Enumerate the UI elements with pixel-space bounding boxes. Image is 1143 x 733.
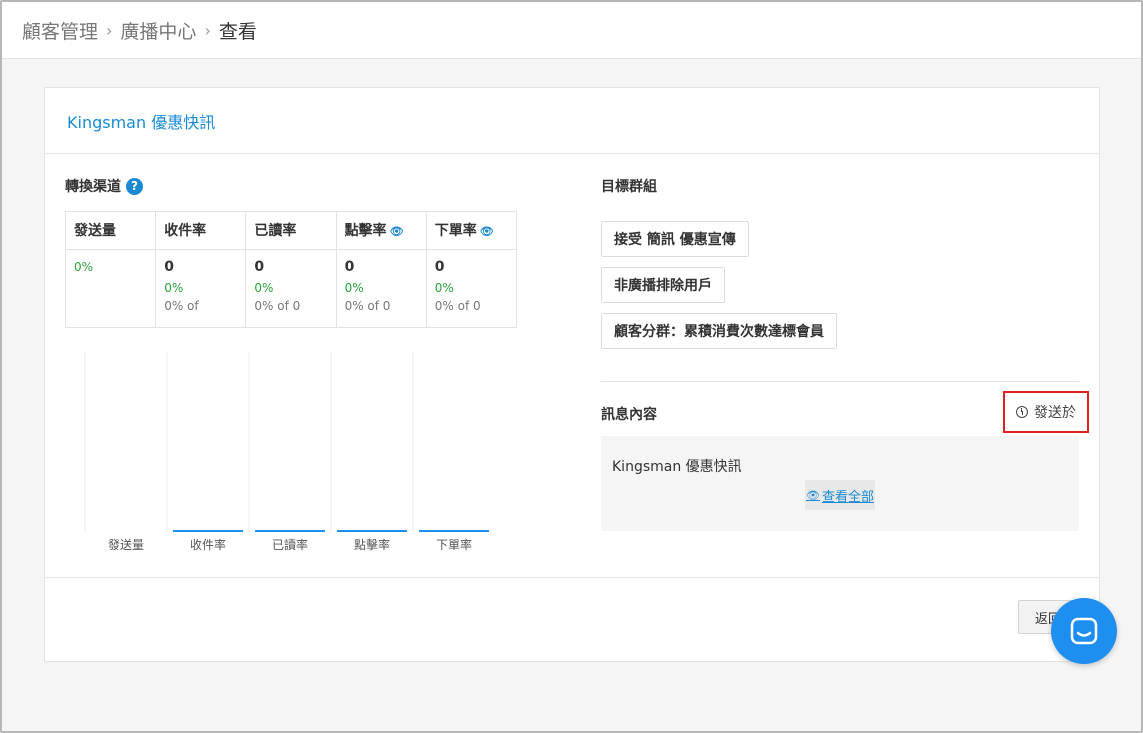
conversion-label-text: 轉換渠道 bbox=[65, 179, 121, 195]
conversion-section: 轉換渠道 ? bbox=[65, 176, 525, 196]
stat-pct: 0% bbox=[164, 281, 184, 295]
col-header-order: 下單率 👁 bbox=[425, 211, 518, 250]
stat-pct: 0% bbox=[74, 260, 94, 274]
clock-icon bbox=[1016, 406, 1028, 418]
stat-pct: 0% bbox=[434, 281, 454, 295]
sent-at-text: 發送於 bbox=[1034, 405, 1076, 421]
chevron-right-icon: › bbox=[106, 20, 113, 40]
section-divider bbox=[601, 381, 1079, 382]
stat-cell-read: 0 0% 0% of 0 bbox=[245, 249, 337, 328]
stat-pct: 0% bbox=[344, 281, 364, 295]
chart-category-label: 發送量 bbox=[108, 537, 144, 552]
chart-category-label: 已讀率 bbox=[272, 537, 308, 552]
message-preview: Kingsman 優惠快訊 👁 查看全部 bbox=[601, 436, 1079, 531]
chevron-right-icon: › bbox=[204, 20, 211, 40]
view-all-text: 查看全部 bbox=[821, 489, 874, 505]
chart-category-label: 下單率 bbox=[436, 537, 472, 552]
eye-icon: 👁 bbox=[806, 488, 820, 502]
stat-count: 0 bbox=[164, 259, 174, 275]
target-tag: 非廣播排除用戶 bbox=[601, 267, 725, 303]
eye-icon[interactable]: 👁 bbox=[480, 225, 494, 238]
app-window: 顧客管理 › 廣播中心 › 查看 Kingsman 優惠快訊 轉換渠道 ? 發送… bbox=[0, 0, 1143, 733]
conversion-label: 轉換渠道 ? bbox=[65, 176, 525, 196]
chart-category-label: 點擊率 bbox=[354, 537, 390, 552]
card-header: Kingsman 優惠快訊 bbox=[45, 88, 1099, 154]
chat-launcher-button[interactable] bbox=[1051, 598, 1117, 664]
footer-divider bbox=[45, 577, 1099, 578]
eye-icon[interactable]: 👁 bbox=[390, 225, 404, 238]
breadcrumb-broadcast[interactable]: 廣播中心 bbox=[120, 17, 196, 44]
breadcrumb-customers[interactable]: 顧客管理 bbox=[22, 17, 98, 44]
chart-bar bbox=[255, 530, 325, 532]
stat-pct: 0% bbox=[254, 281, 274, 295]
col-header-label: 下單率 bbox=[434, 223, 477, 239]
stat-cell-sent: 0% bbox=[64, 249, 157, 328]
view-all-link[interactable]: 👁 查看全部 bbox=[805, 480, 875, 510]
funnel-chart: 發送量 收件率 已讀率 點擊率 下單率 bbox=[84, 352, 489, 552]
stat-of: 0% of 0 bbox=[434, 299, 481, 313]
stat-of: 0% of bbox=[164, 299, 199, 313]
sent-at-label: 發送於 bbox=[1003, 391, 1089, 433]
chart-bar bbox=[419, 530, 489, 532]
chart-bar bbox=[173, 530, 243, 532]
col-header-sent: 發送量 bbox=[64, 211, 157, 250]
chart-category-label: 收件率 bbox=[190, 537, 226, 552]
stat-count: 0 bbox=[254, 259, 265, 275]
stat-count: 0 bbox=[344, 259, 355, 275]
col-header-received: 收件率 bbox=[155, 211, 247, 250]
stat-cell-received: 0 0% 0% of bbox=[155, 249, 247, 328]
message-header: 訊息內容 發送於 bbox=[601, 391, 1089, 433]
col-header-label: 點擊率 bbox=[344, 223, 387, 239]
chart-bar bbox=[337, 530, 407, 532]
target-tag-list: 接受 簡訊 優惠宣傳 非廣播排除用戶 顧客分群：累積消費次數達標會員 bbox=[601, 221, 837, 359]
stat-of: 0% of 0 bbox=[254, 299, 301, 313]
stat-of: 0% of 0 bbox=[344, 299, 391, 313]
col-header-label: 已讀率 bbox=[254, 223, 297, 239]
broadcast-card: Kingsman 優惠快訊 轉換渠道 ? 發送量 收件率 已讀率 點擊率 👁 下單… bbox=[44, 87, 1100, 662]
col-header-label: 發送量 bbox=[74, 223, 116, 239]
help-icon[interactable]: ? bbox=[126, 177, 143, 195]
stat-cell-order: 0 0% 0% of 0 bbox=[425, 249, 518, 328]
message-text: Kingsman 優惠快訊 bbox=[612, 459, 742, 475]
col-header-read: 已讀率 bbox=[245, 211, 337, 250]
breadcrumb: 顧客管理 › 廣播中心 › 查看 bbox=[2, 2, 1141, 59]
breadcrumb-view: 查看 bbox=[218, 20, 257, 43]
conversion-table: 發送量 收件率 已讀率 點擊率 👁 下單率 👁 0% 0 0% 0% of 0 0% bbox=[64, 211, 518, 328]
target-group-label: 目標群組 bbox=[601, 179, 657, 195]
col-header-click: 點擊率 👁 bbox=[335, 211, 427, 250]
target-tag: 接受 簡訊 優惠宣傳 bbox=[601, 221, 749, 257]
stat-cell-click: 0 0% 0% of 0 bbox=[335, 249, 427, 328]
stat-count: 0 bbox=[434, 259, 445, 275]
col-header-label: 收件率 bbox=[164, 223, 207, 239]
target-tag: 顧客分群：累積消費次數達標會員 bbox=[601, 313, 837, 349]
card-title: Kingsman 優惠快訊 bbox=[67, 112, 216, 132]
target-section: 目標群組 接受 簡訊 優惠宣傳 非廣播排除用戶 顧客分群：累積消費次數達標會員 … bbox=[601, 176, 1089, 531]
chat-icon bbox=[1070, 617, 1098, 645]
